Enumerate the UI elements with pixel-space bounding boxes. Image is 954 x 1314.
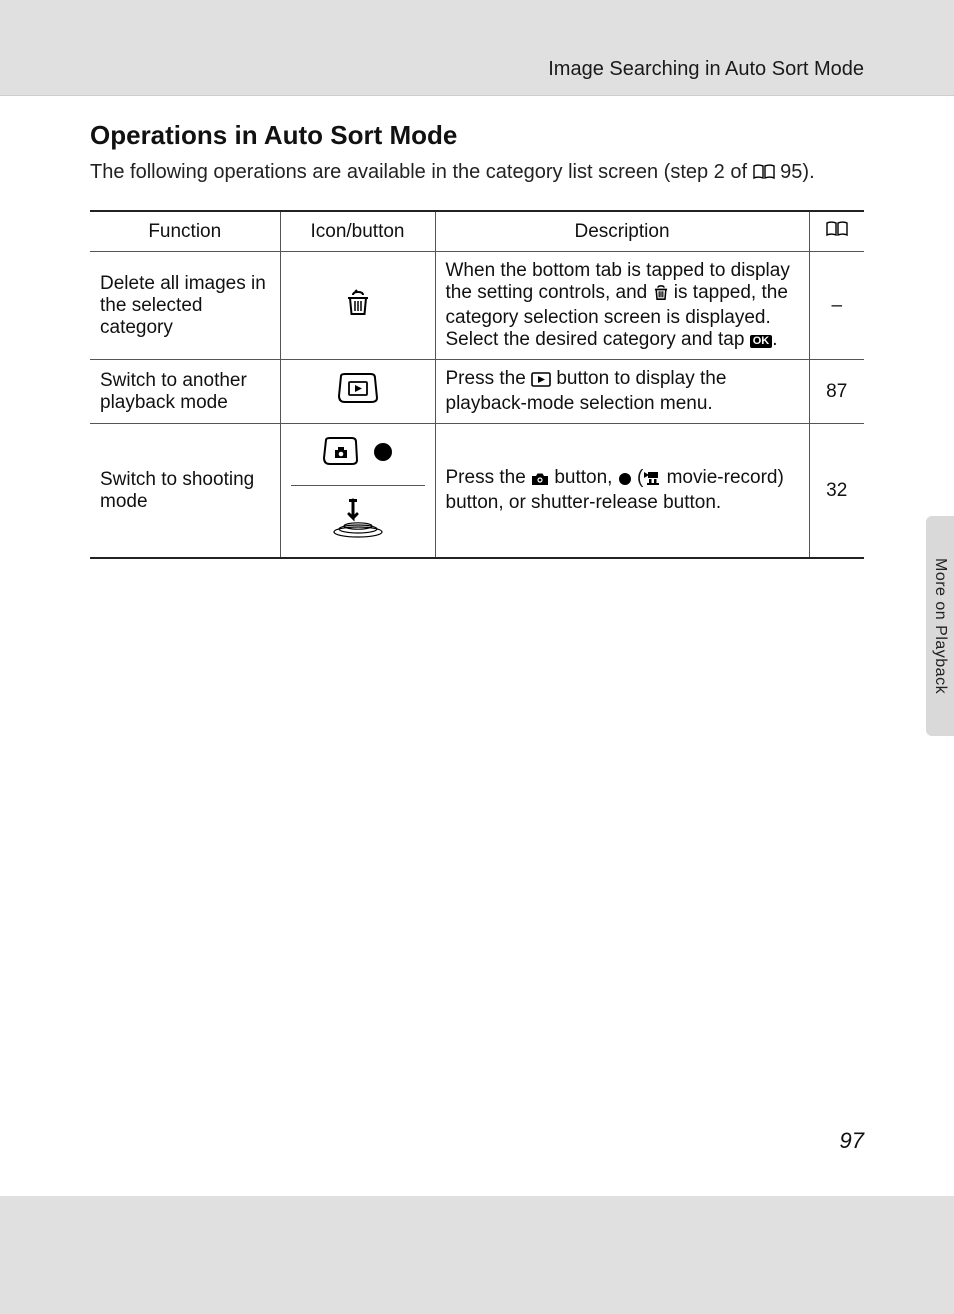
cell-description: Press the button to display the playback… [435,360,809,424]
book-icon [826,220,848,242]
table-row: Switch to shooting mode [90,424,864,559]
intro-text: The following operations are available i… [90,161,864,186]
shooting-mode-button-icon [321,436,361,473]
cell-description: Press the button, ( [435,424,809,559]
playback-button-icon [335,393,381,410]
side-tab: More on Playback [926,516,954,736]
th-page [809,211,864,252]
intro-prefix: The following operations are available i… [90,161,753,183]
shutter-button-icon [329,496,387,545]
cell-function: Delete all images in the selected catego… [90,252,280,360]
playback-icon [531,371,551,393]
th-icon: Icon/button [280,211,435,252]
main-content: Operations in Auto Sort Mode The followi… [0,96,954,1196]
th-description: Description [435,211,809,252]
movie-record-icon [643,470,661,492]
desc-part: button, [554,467,617,488]
cell-page: – [809,252,864,360]
intro-suffix: ). [802,161,814,183]
section-title: Operations in Auto Sort Mode [90,120,864,151]
trash-icon [345,304,371,321]
th-function: Function [90,211,280,252]
desc-part: Press the [446,368,532,389]
header-bar: Image Searching in Auto Sort Mode [0,0,954,96]
ok-badge-icon: OK [750,335,773,348]
trash-icon [653,284,669,307]
side-tab-label: More on Playback [931,558,949,694]
breadcrumb: Image Searching in Auto Sort Mode [548,58,864,80]
book-icon [753,163,775,186]
record-button-icon [371,440,395,469]
cell-description: When the bottom tab is tapped to display… [435,252,809,360]
table-header-row: Function Icon/button Description [90,211,864,252]
table-row: Delete all images in the selected catego… [90,252,864,360]
dot-icon [618,470,632,492]
cell-function: Switch to another playback mode [90,360,280,424]
cell-page: 32 [809,424,864,559]
cell-icon [280,424,435,559]
cell-icon [280,360,435,424]
operations-table: Function Icon/button Description D [90,210,864,559]
desc-part: Press the [446,467,532,488]
intro-page-ref: 95 [780,161,802,183]
desc-part: . [772,329,777,350]
camera-icon [531,470,549,492]
page-frame: Image Searching in Auto Sort Mode Operat… [0,0,954,1314]
table-row: Switch to another playback mode Press th… [90,360,864,424]
cell-page: 87 [809,360,864,424]
page-number: 97 [840,1128,864,1154]
cell-icon [280,252,435,360]
cell-function: Switch to shooting mode [90,424,280,559]
